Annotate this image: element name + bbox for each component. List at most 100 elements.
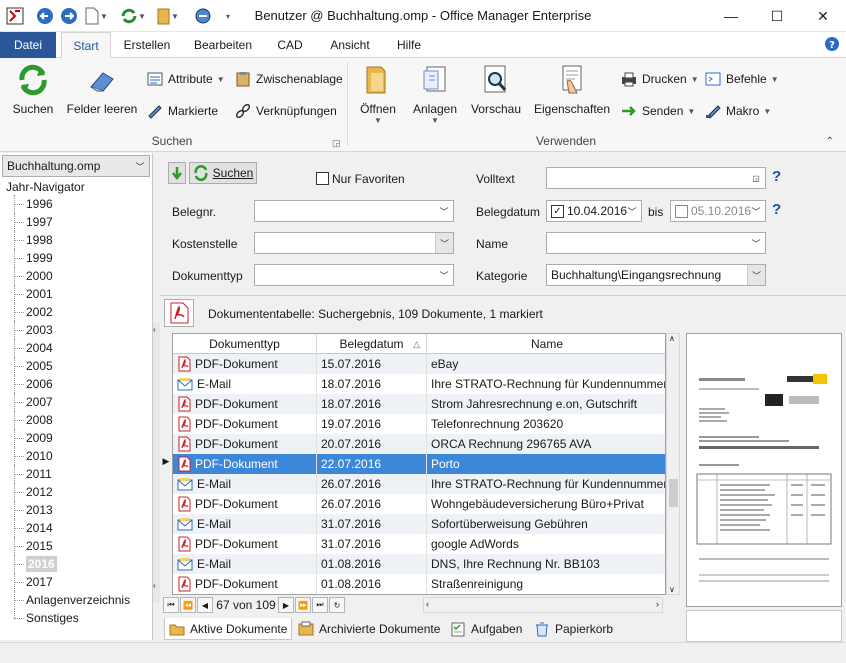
table-row[interactable]: E-Mail 26.07.2016 Ihre STRATO-Rechnung für…: [173, 474, 665, 494]
database-select[interactable]: Buchhaltung.omp ﹀: [2, 155, 150, 177]
table-row[interactable]: PDF-Dokument 19.07.2016 Telefonrechnung 20…: [173, 414, 665, 434]
previous-page-icon[interactable]: ⏪: [180, 597, 196, 613]
pane-splitter[interactable]: ‹ ‹: [153, 323, 160, 603]
vorschau-button[interactable]: Vorschau: [468, 62, 524, 116]
tab-archivierte-dokumente[interactable]: Archivierte Dokumente: [294, 618, 444, 640]
dialog-launcher-icon[interactable]: ◲: [332, 138, 341, 149]
tree-item[interactable]: 2016: [0, 555, 152, 573]
table-row[interactable]: PDF-Dokument 20.07.2016 ORCA Rechnung 2967…: [173, 434, 665, 454]
verknuepfungen-button[interactable]: Verknüpfungen: [234, 100, 337, 122]
table-row[interactable]: E-Mail 18.07.2016 Ihre STRATO-Rechnung für…: [173, 374, 665, 394]
tab-aktive-dokumente[interactable]: Aktive Dokumente: [164, 618, 293, 640]
oeffnen-button[interactable]: Öffnen ▼: [356, 62, 400, 125]
tree-item[interactable]: 2004: [0, 339, 152, 357]
date-to-checkbox[interactable]: [675, 204, 688, 218]
tab-erstellen[interactable]: Erstellen: [118, 32, 176, 58]
drucken-button[interactable]: Drucken ▼: [620, 68, 699, 90]
tree-item[interactable]: 1998: [0, 231, 152, 249]
table-row[interactable]: E-Mail 01.08.2016 DNS, Ihre Rechnung Nr. B…: [173, 554, 665, 574]
pdf-icon[interactable]: [164, 299, 194, 327]
tree-item[interactable]: 2013: [0, 501, 152, 519]
tab-papierkorb[interactable]: Papierkorb: [530, 618, 617, 640]
date-to-picker[interactable]: 05.10.2016 ﹀: [670, 200, 766, 222]
makro-button[interactable]: Makro ▼: [704, 100, 771, 122]
kostenstelle-select[interactable]: ﹀: [254, 232, 454, 254]
belegdatum-help-icon[interactable]: ?: [772, 201, 781, 218]
tree-item[interactable]: 2007: [0, 393, 152, 411]
tree-item[interactable]: Sonstiges: [0, 609, 152, 627]
tree-item[interactable]: 2014: [0, 519, 152, 537]
befehle-button[interactable]: Befehle ▼: [704, 68, 779, 90]
tree-item[interactable]: 2003: [0, 321, 152, 339]
markierte-button[interactable]: Markierte: [146, 100, 218, 122]
column-header-belegdatum[interactable]: Belegdatum △: [317, 334, 427, 354]
table-row[interactable]: PDF-Dokument 22.07.2016 Porto: [173, 454, 665, 474]
tree-item[interactable]: 2008: [0, 411, 152, 429]
table-row[interactable]: E-Mail 31.07.2016 Sofortüberweisung Gebühr…: [173, 514, 665, 534]
scroll-down-icon[interactable]: ∨: [669, 585, 675, 594]
first-page-icon[interactable]: ⏮: [163, 597, 179, 613]
tree-item[interactable]: 2011: [0, 465, 152, 483]
tree-item[interactable]: 2017: [0, 573, 152, 591]
name-select[interactable]: ﹀: [546, 232, 766, 254]
felder-leeren-button[interactable]: Felder leeren: [66, 62, 138, 116]
scroll-right-icon[interactable]: ›: [656, 599, 659, 609]
expand-search-button[interactable]: [168, 162, 186, 184]
table-horizontal-scrollbar[interactable]: ‹ ›: [423, 597, 663, 613]
eigenschaften-button[interactable]: Eigenschaften: [532, 62, 612, 116]
table-row[interactable]: PDF-Dokument 31.07.2016 google AdWords: [173, 534, 665, 554]
suchen-ribbon-button[interactable]: Suchen: [10, 62, 56, 116]
column-header-name[interactable]: Name: [427, 334, 665, 354]
tree-item[interactable]: 2002: [0, 303, 152, 321]
table-row[interactable]: PDF-Dokument 15.07.2016 eBay: [173, 354, 665, 374]
scroll-left-icon[interactable]: ‹: [426, 599, 429, 609]
maximize-button[interactable]: ☐: [754, 0, 800, 32]
last-page-icon[interactable]: ⏭: [312, 597, 328, 613]
volltext-help-icon[interactable]: ?: [772, 168, 781, 185]
next-record-icon[interactable]: ▶: [278, 597, 294, 613]
table-row[interactable]: PDF-Dokument 26.07.2016 Wohngebäudeversich…: [173, 494, 665, 514]
tab-aufgaben[interactable]: Aufgaben: [446, 618, 526, 640]
dokumenttyp-select[interactable]: ﹀: [254, 264, 454, 286]
table-row[interactable]: PDF-Dokument 18.07.2016 Strom Jahresrechnu…: [173, 394, 665, 414]
tree-item[interactable]: 2001: [0, 285, 152, 303]
zwischenablage-button[interactable]: Zwischenablage: [234, 68, 343, 90]
attribute-button[interactable]: Attribute ▼: [146, 68, 225, 90]
date-from-checkbox[interactable]: ✓: [551, 204, 564, 218]
tab-ansicht[interactable]: Ansicht: [322, 32, 378, 58]
tree-item[interactable]: 2012: [0, 483, 152, 501]
belegnr-select[interactable]: ﹀: [254, 200, 454, 222]
date-from-picker[interactable]: ✓ 10.04.2016 ﹀: [546, 200, 642, 222]
help-icon[interactable]: ?: [824, 36, 840, 55]
tab-cad[interactable]: CAD: [270, 32, 310, 58]
next-page-icon[interactable]: ⏩: [295, 597, 311, 613]
tab-hilfe[interactable]: Hilfe: [388, 32, 430, 58]
close-button[interactable]: ✕: [800, 0, 846, 32]
collapse-ribbon-icon[interactable]: ⌃: [826, 136, 834, 147]
tree-item[interactable]: Anlagenverzeichnis: [0, 591, 152, 609]
tree-item[interactable]: 1996: [0, 195, 152, 213]
anlagen-button[interactable]: Anlagen ▼: [410, 62, 460, 125]
suchen-button[interactable]: Suchen: [189, 162, 257, 184]
tree-item[interactable]: 1999: [0, 249, 152, 267]
table-vertical-scrollbar[interactable]: ∧ ∨: [666, 333, 680, 595]
scroll-thumb[interactable]: [669, 479, 678, 507]
tree-item[interactable]: 2005: [0, 357, 152, 375]
tree-item[interactable]: 2010: [0, 447, 152, 465]
kategorie-select[interactable]: Buchhaltung\Eingangsrechnung ﹀: [546, 264, 766, 286]
tree-item[interactable]: 2000: [0, 267, 152, 285]
senden-button[interactable]: Senden ▼: [620, 100, 695, 122]
tree-item[interactable]: 2006: [0, 375, 152, 393]
tree-item[interactable]: 2015: [0, 537, 152, 555]
refresh-records-icon[interactable]: ↻: [329, 597, 345, 613]
nur-favoriten-checkbox[interactable]: [316, 172, 329, 185]
tree-item[interactable]: 2009: [0, 429, 152, 447]
previous-record-icon[interactable]: ◀: [197, 597, 213, 613]
document-preview[interactable]: [686, 333, 842, 607]
volltext-input[interactable]: ◲: [546, 167, 766, 189]
column-header-dokumenttyp[interactable]: Dokumenttyp: [173, 334, 317, 354]
tab-bearbeiten[interactable]: Bearbeiten: [188, 32, 258, 58]
table-row[interactable]: PDF-Dokument 01.08.2016 Straßenreinigung: [173, 574, 665, 594]
minimize-button[interactable]: —: [708, 0, 754, 32]
scroll-up-icon[interactable]: ∧: [669, 334, 675, 343]
